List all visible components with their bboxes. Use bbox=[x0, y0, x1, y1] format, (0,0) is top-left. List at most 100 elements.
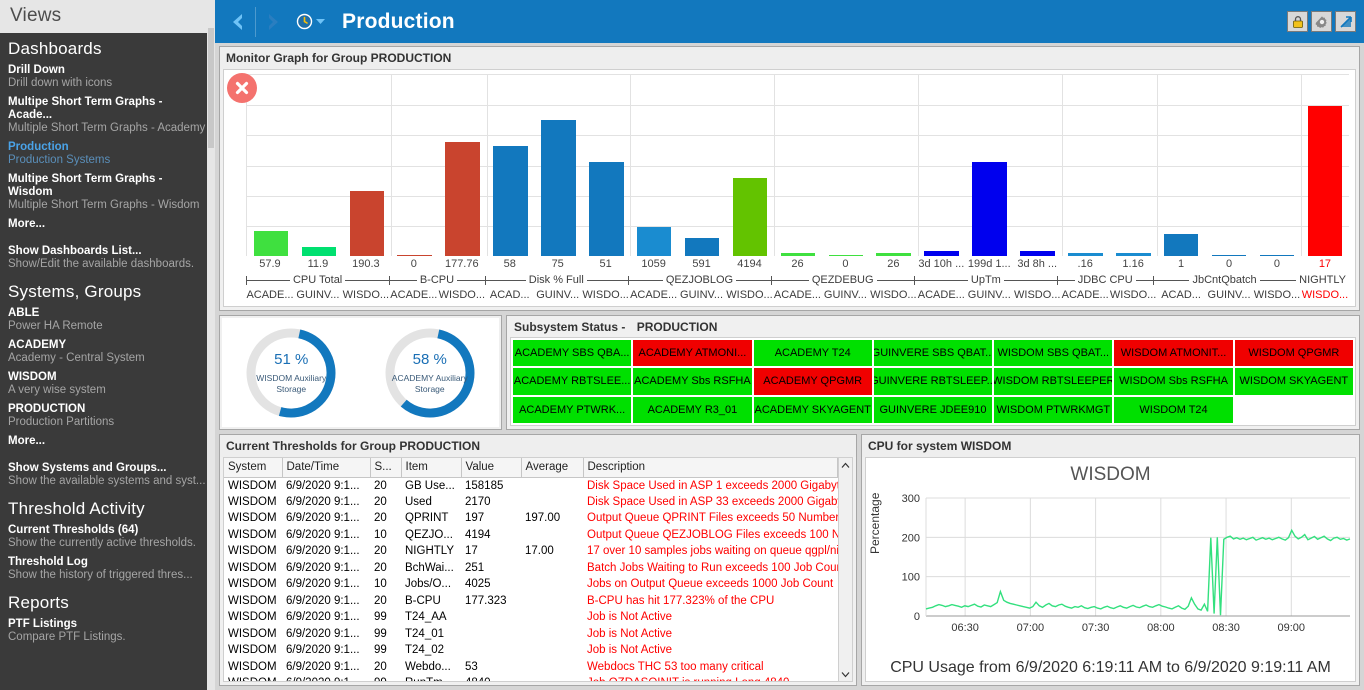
subsystem-cell[interactable]: ACADEMY Sbs RSFHA bbox=[633, 368, 752, 395]
table-row[interactable]: WISDOM 6/9/2020 9:1... 99 T24_01 Job is Not … bbox=[224, 626, 838, 643]
bar-cell[interactable] bbox=[1253, 75, 1301, 256]
table-row[interactable]: WISDOM 6/9/2020 9:1... 20 Used 2170 Disk Spac… bbox=[224, 494, 838, 511]
table-row[interactable]: WISDOM 6/9/2020 9:1... 20 NIGHTLY 17 17.00 17 … bbox=[224, 543, 838, 560]
subsystem-cell[interactable]: WISDOM ATMONIT... bbox=[1114, 340, 1233, 367]
sidebar-item-show-systems-and-groups[interactable]: Show Systems and Groups... Show the avail… bbox=[0, 461, 207, 493]
bar[interactable] bbox=[1163, 234, 1199, 256]
bar[interactable] bbox=[1116, 253, 1151, 256]
bar-cell[interactable] bbox=[295, 75, 343, 256]
subsystem-cell[interactable]: ACADEMY SBS QBA... bbox=[513, 340, 632, 367]
bar-cell[interactable] bbox=[487, 75, 535, 256]
bar-cell[interactable] bbox=[534, 75, 582, 256]
table-row[interactable]: WISDOM6/9/2020 9:1...99RunTm4840 Job QZDA… bbox=[224, 675, 838, 681]
close-circle-icon[interactable] bbox=[227, 73, 257, 103]
subsystem-cell[interactable]: ACADEMY RBTSLEE... bbox=[513, 368, 632, 395]
subsystem-cell[interactable]: WISDOM T24 bbox=[1114, 396, 1233, 423]
bar[interactable] bbox=[780, 253, 816, 256]
sidebar-scrollbar-thumb[interactable] bbox=[208, 28, 214, 148]
forward-arrow-icon[interactable] bbox=[258, 2, 288, 42]
table-column-header[interactable]: S... bbox=[370, 458, 402, 478]
thresholds-table-wrapper[interactable]: System Date/Time S... Item Value Average Descr… bbox=[224, 458, 838, 681]
table-row[interactable]: WISDOM 6/9/2020 9:1... 20 B-CPU 177.323 B-CPU… bbox=[224, 593, 838, 610]
bar-cell[interactable] bbox=[918, 75, 966, 256]
bar[interactable] bbox=[301, 246, 337, 256]
bar[interactable] bbox=[1068, 253, 1103, 256]
bar[interactable] bbox=[1211, 254, 1247, 256]
table-column-header[interactable]: Description bbox=[583, 458, 838, 478]
sidebar-item-show-dashboards-list[interactable]: Show Dashboards List... Show/Edit the ava… bbox=[0, 244, 207, 276]
sidebar-item-academy[interactable]: ACADEMY Academy - Central System bbox=[0, 338, 207, 370]
sidebar-item-wisdom[interactable]: WISDOM A very wise system bbox=[0, 370, 207, 402]
subsystem-cell[interactable]: GUINVERE JDEE910 bbox=[873, 396, 993, 423]
bar-cell[interactable] bbox=[966, 75, 1014, 256]
bar-cell[interactable] bbox=[391, 75, 439, 256]
subsystem-cell[interactable]: GUINVERE RBTSLEEP... bbox=[873, 368, 993, 395]
bar-cell[interactable] bbox=[1061, 75, 1109, 256]
bar-cell[interactable] bbox=[774, 75, 822, 256]
bar[interactable] bbox=[397, 254, 432, 256]
sidebar-item-current-thresholds-64[interactable]: Current Thresholds (64) Show the currentl… bbox=[0, 523, 207, 555]
sidebar-item-more[interactable]: More... bbox=[0, 434, 207, 451]
bar[interactable] bbox=[684, 237, 720, 256]
bar[interactable] bbox=[1307, 105, 1343, 256]
chevron-up-icon[interactable] bbox=[839, 458, 852, 472]
table-row[interactable]: WISDOM 6/9/2020 9:1... 10 Jobs/O... 4025 Jobs… bbox=[224, 576, 838, 593]
table-column-header[interactable]: Value bbox=[461, 458, 522, 478]
bar-cell[interactable] bbox=[582, 75, 630, 256]
table-row[interactable]: WISDOM 6/9/2020 9:1... 99 T24_AA Job is Not … bbox=[224, 609, 838, 626]
sidebar-item-more[interactable]: More... bbox=[0, 217, 207, 234]
bar-cell[interactable] bbox=[678, 75, 726, 256]
bar-cell[interactable] bbox=[1205, 75, 1253, 256]
bar-cell[interactable] bbox=[630, 75, 678, 256]
bar[interactable] bbox=[253, 230, 289, 256]
table-column-header[interactable]: System bbox=[224, 458, 283, 478]
bar-cell[interactable] bbox=[343, 75, 391, 256]
lock-icon[interactable] bbox=[1287, 11, 1308, 32]
bar[interactable] bbox=[876, 253, 911, 256]
sidebar-item-multipe-short-term-graphs-acade[interactable]: Multipe Short Term Graphs - Acade... Mult… bbox=[0, 95, 207, 140]
bar[interactable] bbox=[589, 161, 624, 256]
back-arrow-icon[interactable] bbox=[223, 2, 253, 42]
bar-cell[interactable] bbox=[439, 75, 487, 256]
subsystem-cell[interactable]: WISDOM Sbs RSFHA bbox=[1114, 368, 1233, 395]
expand-icon[interactable] bbox=[1335, 11, 1356, 32]
bar-cell[interactable] bbox=[247, 75, 295, 256]
sidebar-item-production[interactable]: Production Production Systems bbox=[0, 140, 207, 172]
table-row[interactable]: WISDOM 6/9/2020 9:1... 10 QEZJO... 4194 Outpu… bbox=[224, 527, 838, 544]
table-column-header[interactable]: Date/Time bbox=[282, 458, 371, 478]
bar[interactable] bbox=[732, 178, 768, 256]
subsystem-cell[interactable]: WISDOM SKYAGENT bbox=[1234, 368, 1353, 395]
subsystem-cell[interactable]: WISDOM RBTSLEEPER bbox=[994, 368, 1113, 395]
bar[interactable] bbox=[924, 250, 959, 256]
bar-cell[interactable] bbox=[1157, 75, 1205, 256]
table-row[interactable]: WISDOM 6/9/2020 9:1... 20 Webdo... 53 Webdocs… bbox=[224, 659, 838, 676]
sidebar-item-multipe-short-term-graphs-wisdom[interactable]: Multipe Short Term Graphs - Wisdom Multip… bbox=[0, 172, 207, 217]
table-row[interactable]: WISDOM 6/9/2020 9:1... 20 QPRINT 197 197.00 Ou… bbox=[224, 510, 838, 527]
subsystem-cell[interactable]: ACADEMY ATMONI... bbox=[633, 340, 752, 367]
bar[interactable] bbox=[541, 120, 576, 256]
sidebar-item-drill-down[interactable]: Drill Down Drill down with icons bbox=[0, 63, 207, 95]
bar[interactable] bbox=[349, 190, 384, 256]
subsystem-cell[interactable]: WISDOM PTWRKMGT bbox=[994, 396, 1113, 423]
subsystem-cell[interactable]: ACADEMY QPGMR bbox=[753, 368, 872, 395]
bar[interactable] bbox=[1259, 254, 1295, 256]
table-row[interactable]: WISDOM 6/9/2020 9:1... 99 T24_02 Job is Not … bbox=[224, 642, 838, 659]
subsystem-cell[interactable]: ACADEMY SKYAGENT bbox=[753, 396, 872, 423]
bar[interactable] bbox=[493, 145, 528, 256]
subsystem-cell[interactable]: ACADEMY PTWRK... bbox=[513, 396, 632, 423]
sidebar-item-threshold-log[interactable]: Threshold Log Show the history of trigger… bbox=[0, 555, 207, 587]
sidebar-item-able[interactable]: ABLE Power HA Remote bbox=[0, 306, 207, 338]
table-row[interactable]: WISDOM 6/9/2020 9:1... 20 GB Use... 158185 Di… bbox=[224, 477, 838, 494]
bar-cell[interactable] bbox=[822, 75, 870, 256]
bar[interactable] bbox=[1020, 250, 1055, 256]
table-column-header[interactable]: Average bbox=[521, 458, 584, 478]
sidebar-scrollbar[interactable] bbox=[207, 26, 215, 690]
bar[interactable] bbox=[828, 254, 864, 256]
sidebar-item-ptf-listings[interactable]: PTF Listings Compare PTF Listings. bbox=[0, 617, 207, 649]
subsystem-cell[interactable]: WISDOM SBS QBAT... bbox=[994, 340, 1113, 367]
table-column-header[interactable]: Item bbox=[401, 458, 462, 478]
storage-gauge[interactable]: 51 % WISDOM Auxiliary Storage bbox=[243, 325, 339, 421]
bar[interactable] bbox=[972, 161, 1007, 256]
subsystem-cell[interactable]: GUINVERE SBS QBAT... bbox=[873, 340, 993, 367]
bar-cell[interactable] bbox=[1014, 75, 1062, 256]
